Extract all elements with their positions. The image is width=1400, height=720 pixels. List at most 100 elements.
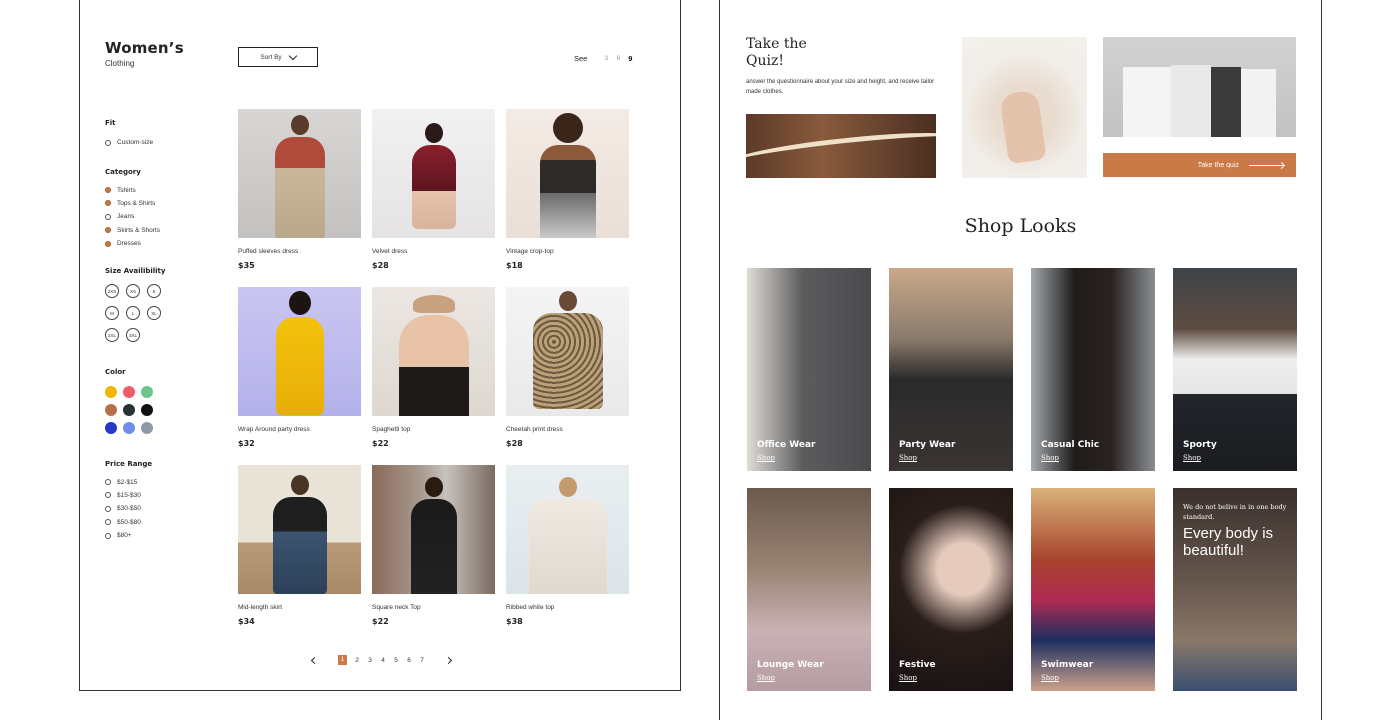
size-chip-xl[interactable]: XL	[147, 306, 161, 321]
look-shop-link[interactable]: Shop	[757, 454, 775, 462]
product-card[interactable]: Cheetah print dress $28	[506, 287, 629, 465]
take-quiz-button[interactable]: Take the quiz	[1103, 153, 1296, 177]
page-3[interactable]: 3	[367, 657, 373, 664]
product-card[interactable]: Vintage crop-top $18	[506, 109, 629, 287]
look-shop-link[interactable]: Shop	[1183, 454, 1201, 462]
product-price: $32	[238, 439, 255, 448]
look-shop-link[interactable]: Shop	[757, 674, 775, 682]
size-chip-2xs[interactable]: 2XS	[105, 284, 119, 299]
size-chip-m[interactable]: M	[105, 306, 119, 321]
radio-icon	[105, 227, 111, 234]
look-card-party-wear[interactable]: Party Wear Shop	[889, 268, 1013, 471]
look-shop-link[interactable]: Shop	[1041, 454, 1059, 462]
filter-option-label: Dresses	[117, 240, 141, 248]
filter-option-tops-shirts[interactable]: Tops & Shirts	[105, 197, 205, 210]
price-option-80-plus[interactable]: $80+	[105, 529, 205, 542]
filter-option-tshirts[interactable]: Tshirts	[105, 183, 205, 196]
take-quiz-label: Take the quiz	[1197, 161, 1239, 169]
look-shop-link[interactable]: Shop	[899, 454, 917, 462]
hand-shape	[999, 89, 1047, 165]
radio-icon	[105, 187, 111, 194]
page-2[interactable]: 2	[354, 657, 360, 664]
look-card-casual-chic[interactable]: Casual Chic Shop	[1031, 268, 1155, 471]
quiz-description: answer the questionnaire about your size…	[746, 79, 935, 95]
look-title: Office Wear	[757, 440, 816, 450]
product-image	[372, 465, 495, 594]
page-subtitle: Clothing	[105, 59, 135, 68]
size-chip-xs[interactable]: XS	[126, 284, 140, 299]
sort-by-dropdown[interactable]: Sort By	[238, 47, 318, 67]
color-swatch-coral[interactable]	[123, 386, 135, 399]
product-card[interactable]: Spaghetti top $22	[372, 287, 495, 465]
product-image	[238, 465, 361, 594]
size-options: 2XS XS S M L XL 2XL 3XL	[105, 284, 205, 343]
chevron-right-icon[interactable]	[444, 656, 453, 664]
look-shop-link[interactable]: Shop	[899, 674, 917, 682]
look-card-festive[interactable]: Festive Shop	[889, 488, 1013, 691]
tape-shape	[746, 125, 936, 177]
color-swatch-grey[interactable]	[141, 422, 153, 435]
color-swatch-charcoal[interactable]	[123, 404, 135, 417]
look-card-sporty[interactable]: Sporty Shop	[1173, 268, 1297, 471]
color-swatch-green[interactable]	[141, 386, 153, 399]
product-image	[506, 109, 629, 238]
filter-heading-fit: Fit	[105, 119, 116, 127]
filter-option-jeans[interactable]: Jeans	[105, 210, 205, 223]
page-7[interactable]: 7	[419, 657, 425, 664]
product-name: Spaghetti top	[372, 426, 411, 433]
product-card[interactable]: Wrap Around party dress $32	[238, 287, 361, 465]
price-option-30-50[interactable]: $30-$50	[105, 502, 205, 515]
product-card[interactable]: Puffed sleeves dress $35	[238, 109, 361, 287]
filter-heading-price: Price Range	[105, 460, 153, 469]
product-image	[506, 287, 629, 416]
price-option-50-80[interactable]: $50-$80	[105, 516, 205, 529]
look-shop-link[interactable]: Shop	[1041, 674, 1059, 682]
price-option-2-15[interactable]: $2-$15	[105, 475, 205, 488]
see-option-6[interactable]: 6	[612, 55, 624, 62]
see-option-3[interactable]: 3	[600, 55, 612, 62]
filter-option-dresses[interactable]: Dresses	[105, 237, 205, 250]
product-image	[372, 109, 495, 238]
filter-option-skirts-shorts[interactable]: Skirts & Shorts	[105, 224, 205, 237]
product-card[interactable]: Ribbed white top $38	[506, 465, 629, 643]
page-6[interactable]: 6	[406, 657, 412, 664]
see-option-9[interactable]: 9	[624, 54, 636, 63]
size-chip-2xl[interactable]: 2XL	[105, 328, 119, 343]
pagination: 1 2 3 4 5 6 7	[310, 655, 453, 665]
product-name: Velvet dress	[372, 248, 408, 255]
color-swatch-black[interactable]	[141, 404, 153, 417]
look-card-swimwear[interactable]: Swimwear Shop	[1031, 488, 1155, 691]
sort-by-label: Sort By	[260, 53, 282, 61]
manifesto-small-text: We do not belive in in one body standard…	[1183, 503, 1287, 521]
size-chip-l[interactable]: L	[126, 306, 140, 321]
quiz-title: Take the Quiz!	[746, 36, 807, 69]
manifesto-card: We do not belive in in one body standard…	[1173, 488, 1297, 691]
product-price: $22	[372, 439, 389, 448]
filter-option-label: Skirts & Shorts	[117, 226, 160, 234]
page-4[interactable]: 4	[380, 657, 386, 664]
page-5[interactable]: 5	[393, 657, 399, 664]
color-swatch-periwinkle[interactable]	[123, 422, 135, 435]
look-card-lounge-wear[interactable]: Lounge Wear Shop	[747, 488, 871, 691]
garment-shape	[1171, 65, 1211, 137]
product-card[interactable]: Velvet dress $28	[372, 109, 495, 287]
product-price: $22	[372, 617, 389, 626]
filter-sidebar: Fit Custom-size Category Tshirts Tops & …	[105, 119, 205, 542]
product-card[interactable]: Square neck Top $22	[372, 465, 495, 643]
radio-icon	[105, 532, 111, 539]
chevron-left-icon[interactable]	[310, 656, 319, 664]
garment-shape	[1241, 69, 1276, 137]
color-swatch-yellow[interactable]	[105, 386, 117, 399]
filter-option-custom-size[interactable]: Custom-size	[105, 136, 205, 149]
radio-icon	[105, 492, 111, 499]
product-card[interactable]: Mid-length skirt $34	[238, 465, 361, 643]
measuring-tape-image	[746, 114, 936, 178]
color-swatch-brown[interactable]	[105, 404, 117, 417]
price-option-15-30[interactable]: $15-$30	[105, 489, 205, 502]
look-card-office-wear[interactable]: Office Wear Shop	[747, 268, 871, 471]
size-chip-3xl[interactable]: 3XL	[126, 328, 140, 343]
size-chip-s[interactable]: S	[147, 284, 161, 299]
radio-icon	[105, 505, 111, 512]
page-1[interactable]: 1	[338, 655, 347, 665]
color-swatch-blue[interactable]	[105, 422, 117, 435]
